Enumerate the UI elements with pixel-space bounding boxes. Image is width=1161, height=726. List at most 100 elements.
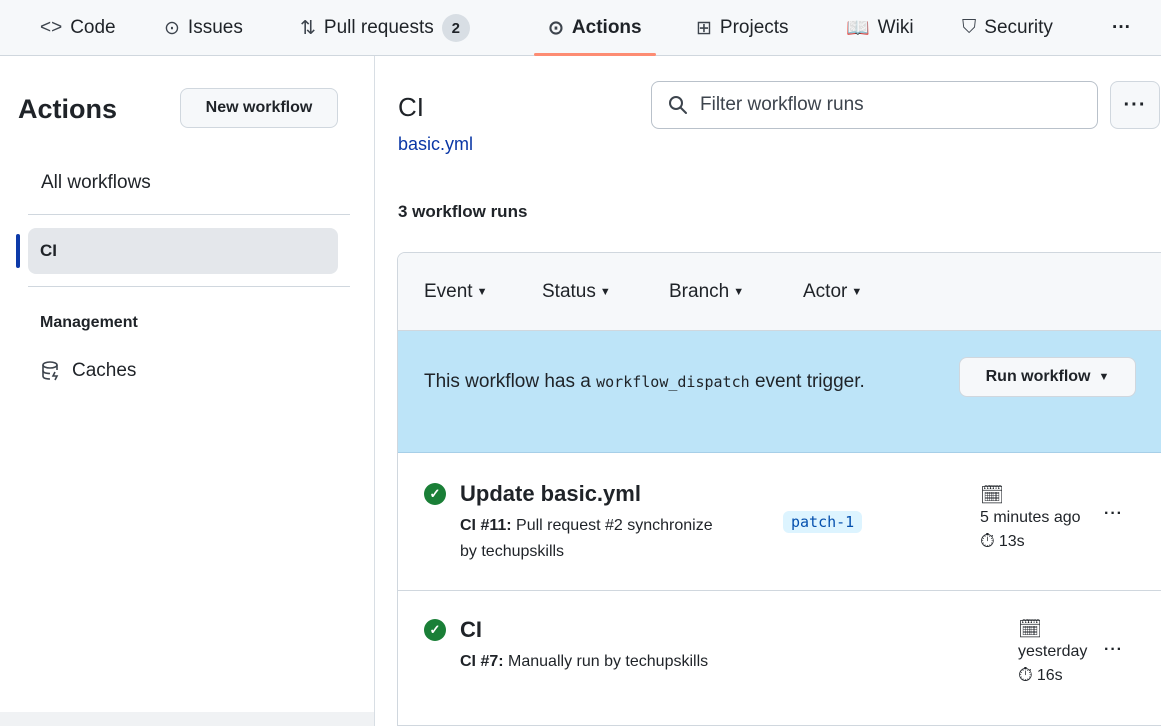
sidebar-title: Actions	[18, 94, 118, 124]
sidebar-item-all-workflows[interactable]: All workflows	[41, 172, 151, 194]
run-number: CI #7:	[460, 653, 504, 670]
pull-request-icon: ⇅	[300, 17, 316, 39]
workflow-run-row[interactable]: ✓ Update basic.yml CI #11: Pull request …	[398, 453, 1161, 591]
run-timing: 🗓 5 minutes ago ⏱ 13s	[980, 483, 1081, 553]
sidebar-item-ci[interactable]: CI	[28, 228, 338, 274]
run-number: CI #11:	[460, 517, 512, 534]
triangle-down-icon: ▼	[476, 286, 488, 298]
runs-filter-bar: Event ▼ Status ▼ Branch ▼ Actor ▼	[398, 253, 1161, 331]
management-heading: Management	[40, 314, 138, 331]
kebab-horizontal-icon: ···	[1104, 505, 1123, 522]
calendar-icon: 🗓	[1018, 619, 1043, 640]
filter-label: Event	[424, 281, 473, 302]
run-meta: CI #7: Manually run by techupskills	[460, 649, 708, 675]
tab-issues[interactable]: ⊙ Issues	[164, 0, 243, 56]
run-description: Pull request #2 synchronize	[516, 517, 713, 534]
triangle-down-icon: ▼	[1098, 371, 1110, 383]
active-tab-underline	[534, 53, 656, 56]
tab-code[interactable]: <> Code	[40, 0, 116, 56]
run-actor: by techupskills	[460, 543, 565, 560]
run-options-button[interactable]: ···	[1104, 641, 1123, 659]
workflow-title: CI	[398, 92, 424, 122]
run-duration-value: 13s	[998, 533, 1025, 550]
run-title[interactable]: Update basic.yml	[460, 481, 641, 507]
sidebar-item-caches[interactable]: Caches	[40, 360, 136, 382]
tab-pull-requests-label: Pull requests	[323, 17, 434, 38]
filter-branch-dropdown[interactable]: Branch ▼	[669, 281, 744, 303]
issues-icon: ⊙	[164, 17, 180, 39]
tab-wiki[interactable]: 📖 Wiki	[846, 0, 914, 56]
database-icon	[42, 361, 59, 381]
search-input[interactable]: Filter workflow runs	[700, 94, 864, 116]
tab-actions[interactable]: ⊙ Actions	[548, 0, 642, 56]
check-circle-icon: ✓	[424, 483, 446, 505]
more-tabs-button[interactable]: ···	[1112, 0, 1131, 56]
run-duration-value: 16s	[1036, 667, 1063, 684]
kebab-horizontal-icon: ···	[1112, 17, 1131, 38]
check-circle-icon: ✓	[424, 619, 446, 641]
run-timing: 🗓 yesterday ⏱ 16s	[1018, 617, 1087, 687]
run-options-button[interactable]: ···	[1104, 505, 1123, 523]
tab-actions-label: Actions	[571, 17, 642, 38]
filter-runs-search[interactable]: Filter workflow runs	[651, 81, 1098, 129]
filter-label: Branch	[669, 281, 730, 302]
triangle-down-icon: ▼	[851, 286, 863, 298]
banner-suffix: event trigger.	[754, 371, 865, 392]
tab-projects[interactable]: ⊞ Projects	[696, 0, 789, 56]
filter-actor-dropdown[interactable]: Actor ▼	[803, 281, 862, 303]
sidebar-divider	[28, 214, 350, 215]
run-meta: CI #11: Pull request #2 synchronize by t…	[460, 513, 713, 565]
tab-issues-label: Issues	[187, 17, 243, 38]
filter-label: Actor	[803, 281, 848, 302]
tab-security-label: Security	[984, 17, 1053, 38]
search-icon	[669, 96, 687, 114]
workflow-runs-panel: Event ▼ Status ▼ Branch ▼ Actor ▼ This workf…	[397, 252, 1161, 726]
security-icon: ⛉	[962, 17, 977, 38]
run-duration: ⏱ 16s	[1018, 665, 1087, 687]
workflow-runs-count: 3 workflow runs	[398, 202, 528, 221]
run-time: 5 minutes ago	[980, 509, 1081, 526]
kebab-horizontal-icon: ···	[1104, 641, 1123, 658]
projects-icon: ⊞	[696, 17, 712, 39]
sidebar-footer-strip	[0, 712, 374, 726]
stopwatch-icon: ⏱	[1018, 665, 1033, 686]
kebab-horizontal-icon: ···	[1123, 93, 1147, 116]
active-item-marker	[16, 234, 20, 268]
run-duration: ⏱ 13s	[980, 531, 1081, 553]
calendar-icon: 🗓	[980, 485, 1005, 506]
tab-security[interactable]: ⛉ Security	[962, 0, 1053, 56]
filter-label: Status	[542, 281, 596, 302]
sidebar-item-label: CI	[40, 241, 57, 260]
stopwatch-icon: ⏱	[980, 531, 995, 552]
tab-projects-label: Projects	[719, 17, 789, 38]
triangle-down-icon: ▼	[599, 286, 611, 298]
filter-event-dropdown[interactable]: Event ▼	[424, 281, 487, 303]
sidebar-vertical-divider	[374, 56, 375, 726]
triangle-down-icon: ▼	[733, 286, 745, 298]
filter-status-dropdown[interactable]: Status ▼	[542, 281, 611, 303]
tab-wiki-label: Wiki	[877, 17, 914, 38]
run-workflow-label: Run workflow	[985, 368, 1091, 385]
workflow-run-row[interactable]: ✓ CI CI #7: Manually run by techupskills…	[398, 591, 1161, 725]
sidebar-divider	[28, 286, 350, 287]
run-workflow-button[interactable]: Run workflow ▼	[959, 357, 1136, 397]
banner-prefix: This workflow has a	[424, 371, 591, 392]
code-icon: <>	[40, 17, 63, 38]
wiki-icon: 📖	[846, 18, 870, 39]
new-workflow-button[interactable]: New workflow	[180, 88, 338, 128]
pull-requests-counter: 2	[441, 14, 470, 42]
workflow-options-button[interactable]: ···	[1110, 81, 1160, 129]
workflow-dispatch-banner: This workflow has a workflow_dispatch ev…	[398, 331, 1161, 453]
run-time: yesterday	[1018, 643, 1088, 660]
actions-icon: ⊙	[548, 17, 564, 39]
branch-badge[interactable]: patch-1	[783, 511, 863, 533]
run-description: Manually run by techupskills	[508, 653, 709, 670]
repo-nav: <> Code ⊙ Issues ⇅ Pull requests 2 ⊙ Act…	[0, 0, 1161, 56]
tab-code-label: Code	[70, 17, 116, 38]
sidebar-item-label: Caches	[72, 360, 137, 381]
banner-message: This workflow has a workflow_dispatch ev…	[424, 367, 894, 397]
tab-pull-requests[interactable]: ⇅ Pull requests 2	[300, 0, 470, 56]
workflow-file-link[interactable]: basic.yml	[398, 134, 473, 155]
run-title[interactable]: CI	[460, 617, 482, 643]
banner-code: workflow_dispatch	[596, 373, 750, 391]
